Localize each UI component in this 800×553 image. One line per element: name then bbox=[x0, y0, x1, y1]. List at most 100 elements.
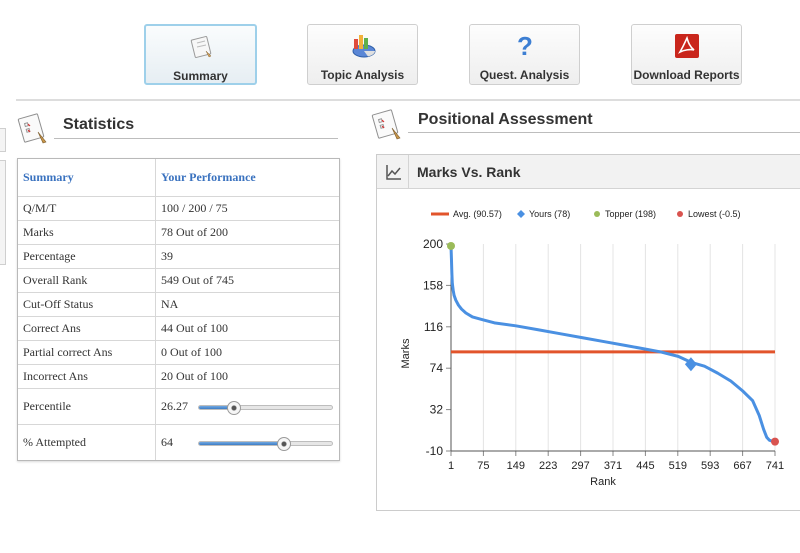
series-point bbox=[765, 436, 768, 439]
row-label: Percentile bbox=[18, 389, 156, 424]
table-row: Partial correct Ans 0 Out of 100 bbox=[18, 340, 339, 364]
series-point bbox=[758, 414, 761, 417]
series-point bbox=[452, 294, 456, 297]
x-tick-label: 1 bbox=[448, 460, 454, 472]
row-label: Overall Rank bbox=[18, 269, 156, 292]
legend-label: Yours (78) bbox=[529, 209, 570, 219]
table-row: Q/M/T 100 / 200 / 75 bbox=[18, 196, 339, 220]
series-point bbox=[536, 328, 540, 331]
x-tick-label: 297 bbox=[571, 460, 589, 472]
series-point bbox=[762, 428, 765, 431]
y-tick-label: 74 bbox=[430, 361, 444, 375]
row-value: 549 Out of 745 bbox=[161, 273, 234, 287]
series-point bbox=[677, 355, 680, 358]
series-point bbox=[451, 289, 455, 292]
series-point bbox=[703, 365, 706, 368]
nav-tile-summary[interactable]: Summary bbox=[144, 24, 257, 85]
row-label: Marks bbox=[18, 221, 156, 244]
series-point bbox=[450, 257, 453, 260]
positional-underline bbox=[408, 132, 800, 133]
topper-marker bbox=[447, 241, 455, 250]
legend-swatch bbox=[517, 210, 525, 218]
positional-title: Positional Assessment bbox=[418, 111, 593, 128]
x-tick-label: 371 bbox=[604, 460, 622, 472]
lowest-marker bbox=[771, 437, 779, 446]
percentile-value: 26.27 bbox=[161, 399, 188, 413]
topic-chart-icon bbox=[348, 31, 378, 61]
row-label: Cut-Off Status bbox=[18, 293, 156, 316]
series-point bbox=[460, 307, 463, 311]
statistics-underline bbox=[54, 138, 338, 139]
x-tick-label: 593 bbox=[701, 460, 719, 472]
y-tick-label: 32 bbox=[430, 403, 444, 417]
table-row: Cut-Off Status NA bbox=[18, 292, 339, 316]
series-point bbox=[464, 311, 468, 315]
slider-thumb[interactable] bbox=[277, 437, 292, 451]
table-row: Overall Rank 549 Out of 745 bbox=[18, 268, 339, 292]
series-point bbox=[729, 379, 732, 383]
x-tick-label: 445 bbox=[636, 460, 654, 472]
row-value: 64 bbox=[156, 425, 339, 460]
series-point bbox=[471, 315, 474, 319]
series-point bbox=[602, 340, 606, 343]
y-tick-label: 200 bbox=[423, 237, 443, 251]
section-divider bbox=[16, 99, 800, 101]
y-tick-label: -10 bbox=[426, 444, 444, 458]
statistics-title: Statistics bbox=[63, 116, 135, 133]
series-point bbox=[580, 336, 584, 339]
row-label: Correct Ans bbox=[18, 317, 156, 340]
attempted-slider[interactable] bbox=[198, 437, 333, 451]
series-point bbox=[624, 344, 627, 347]
table-header-performance: Your Performance bbox=[161, 170, 256, 184]
x-tick-label: 75 bbox=[477, 460, 489, 472]
y-tick-label: 116 bbox=[424, 320, 443, 334]
nav-tile-label: Quest. Analysis bbox=[479, 68, 570, 82]
row-value: 20 Out of 100 bbox=[161, 369, 228, 383]
summary-notepad-icon bbox=[186, 32, 216, 62]
table-header-row: Summary Your Performance bbox=[18, 159, 339, 196]
series-point bbox=[451, 282, 454, 285]
positional-notepad-icon bbox=[370, 108, 404, 142]
nav-tile-topic-analysis[interactable]: Topic Analysis bbox=[307, 24, 418, 85]
table-row-percentile: Percentile 26.27 bbox=[18, 388, 339, 424]
statistics-table: Summary Your Performance Q/M/T 100 / 200… bbox=[17, 158, 340, 461]
left-edge-tab bbox=[0, 160, 6, 265]
row-value: 26.27 bbox=[156, 389, 339, 424]
slider-thumb[interactable] bbox=[226, 401, 241, 415]
row-value: 0 Out of 100 bbox=[161, 345, 222, 359]
x-tick-label: 667 bbox=[733, 460, 751, 472]
row-label: Q/M/T bbox=[18, 197, 156, 220]
series-point bbox=[741, 389, 744, 393]
marks-vs-rank-chart: 1 75 149 223 297 371 445 519 593 667 741 200 158 116 7… bbox=[400, 209, 784, 488]
nav-tile-label: Topic Analysis bbox=[320, 68, 405, 82]
series-point bbox=[493, 321, 496, 325]
series-point bbox=[768, 438, 771, 442]
nav-tile-quest-analysis[interactable]: ? Quest. Analysis bbox=[469, 24, 580, 85]
slider-fill bbox=[199, 442, 285, 445]
table-row: Incorrect Ans 20 Out of 100 bbox=[18, 364, 339, 388]
table-row: Percentage 39 bbox=[18, 244, 339, 268]
legend-label: Topper (198) bbox=[605, 209, 656, 219]
nav-tile-label: Summary bbox=[173, 69, 228, 83]
table-header-summary: Summary bbox=[18, 159, 156, 196]
row-value: 39 bbox=[161, 249, 173, 263]
y-tick-label: 158 bbox=[423, 278, 443, 292]
nav-tile-download-reports[interactable]: Download Reports bbox=[631, 24, 742, 85]
series-point bbox=[646, 348, 649, 351]
table-row: Correct Ans 44 Out of 100 bbox=[18, 316, 339, 340]
row-label: Incorrect Ans bbox=[18, 365, 156, 388]
nav-tile-label: Download Reports bbox=[633, 68, 740, 82]
percentile-slider[interactable] bbox=[198, 401, 333, 415]
row-label: Partial correct Ans bbox=[18, 341, 156, 364]
series-point bbox=[716, 371, 719, 375]
row-value: 78 Out of 200 bbox=[161, 225, 228, 239]
series-point bbox=[751, 399, 754, 402]
legend-swatch bbox=[677, 211, 683, 217]
x-tick-label: 223 bbox=[539, 460, 557, 472]
statistics-notepad-icon bbox=[16, 112, 50, 146]
attempted-value: 64 bbox=[161, 435, 173, 449]
chart-panel: Marks Vs. Rank 1 75 149 223 297 371 445 519 593 6… bbox=[376, 154, 800, 511]
x-tick-label: 741 bbox=[766, 460, 784, 472]
series-point bbox=[514, 324, 517, 328]
series-point bbox=[482, 318, 485, 322]
